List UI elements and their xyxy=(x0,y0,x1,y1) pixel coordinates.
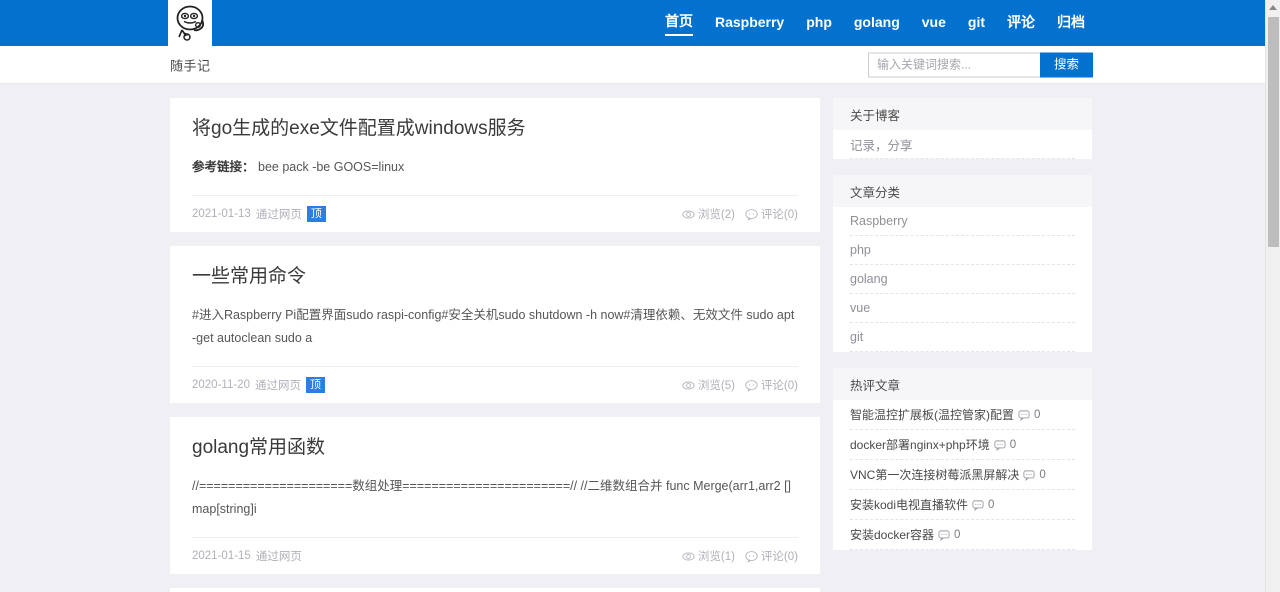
eye-icon xyxy=(682,381,695,389)
hot-article-count: 0 xyxy=(1034,408,1041,421)
site-logo[interactable] xyxy=(168,0,212,46)
post-source: 通过网页 xyxy=(255,209,302,221)
post-card: 一些常用命令 #进入Raspberry Pi配置界面sudo raspi-con… xyxy=(170,246,820,403)
post-views-label: 浏览(5) xyxy=(697,380,735,392)
nav-link-home[interactable]: 首页 xyxy=(664,11,693,36)
eye-icon xyxy=(682,552,695,560)
post-top-badge[interactable]: 顶 xyxy=(305,377,325,393)
hot-article-title: VNC第一次连接树莓派黑屏解决 xyxy=(850,468,1020,482)
post-comments: 评论(0) xyxy=(745,377,798,393)
primary-navigation: 首页 Raspberry php golang vue git 评论 归档 xyxy=(664,0,1085,46)
nav-link-vue[interactable]: vue xyxy=(922,12,946,35)
post-comments: 评论(0) xyxy=(745,206,798,222)
hot-article-count: 0 xyxy=(1039,468,1046,481)
post-views: 浏览(5) xyxy=(682,377,735,393)
post-title[interactable]: 将go生成的exe文件配置成windows服务 xyxy=(192,116,798,142)
category-item-golang[interactable]: golang xyxy=(850,265,1075,294)
comment-bubble-icon xyxy=(745,208,758,221)
post-card: 安装OpenMediaVault（NAS系统） xyxy=(170,588,820,592)
nav-link-comments[interactable]: 评论 xyxy=(1007,12,1035,35)
post-card: golang常用函数 //=====================数组处理==… xyxy=(170,417,820,574)
category-item-raspberry[interactable]: Raspberry xyxy=(850,207,1075,236)
post-meta: 2021-01-15 通过网页 浏览(1) 评论(0) xyxy=(192,537,798,574)
about-text: 记录，分享 xyxy=(850,130,1075,159)
post-title[interactable]: golang常用函数 xyxy=(192,435,798,461)
search-input[interactable] xyxy=(868,52,1040,77)
post-comments: 评论(0) xyxy=(745,548,798,564)
comment-bubble-icon xyxy=(745,550,758,563)
comment-bubble-icon xyxy=(994,439,1006,451)
post-source: 通过网页 xyxy=(255,551,302,563)
nav-link-git[interactable]: git xyxy=(968,12,985,35)
nav-link-php[interactable]: php xyxy=(806,12,832,35)
scrollbar-thumb[interactable] xyxy=(1268,17,1279,247)
post-comments-label: 评论(0) xyxy=(760,209,798,221)
post-card: 将go生成的exe文件配置成windows服务 参考链接： bee pack -… xyxy=(170,98,820,232)
post-date: 2021-01-13 xyxy=(192,208,251,220)
post-meta: 2020-11-20 通过网页 顶 浏览(5) 评论(0) xyxy=(192,366,798,403)
post-views-label: 浏览(2) xyxy=(697,209,735,221)
comment-bubble-icon xyxy=(745,379,758,392)
widget-about: 关于博客 记录，分享 xyxy=(833,98,1092,159)
logo-face-icon xyxy=(176,5,205,41)
scroll-up-arrow[interactable] xyxy=(1266,0,1280,15)
post-top-badge[interactable]: 顶 xyxy=(306,206,326,222)
secondary-bar: 随手记 搜索 xyxy=(0,46,1265,84)
post-views: 浏览(2) xyxy=(682,206,735,222)
nav-link-raspberry[interactable]: Raspberry xyxy=(715,12,784,35)
post-views: 浏览(1) xyxy=(682,548,735,564)
post-excerpt: //=====================数组处理=============… xyxy=(192,479,792,516)
hot-article-title: 安装docker容器 xyxy=(850,528,935,542)
hot-article-item[interactable]: docker部署nginx+php环境 0 xyxy=(850,430,1075,460)
page-content: 将go生成的exe文件配置成windows服务 参考链接： bee pack -… xyxy=(0,84,1265,592)
category-item-git[interactable]: git xyxy=(850,323,1075,352)
widget-about-title: 关于博客 xyxy=(833,98,1092,130)
post-date: 2020-11-20 xyxy=(192,379,250,391)
category-item-php[interactable]: php xyxy=(850,236,1075,265)
hot-article-item[interactable]: 安装docker容器 0 xyxy=(850,520,1075,550)
comment-bubble-icon xyxy=(1018,409,1030,421)
post-list: 将go生成的exe文件配置成windows服务 参考链接： bee pack -… xyxy=(170,98,820,592)
widget-categories-title: 文章分类 xyxy=(833,175,1092,207)
post-excerpt-lead: 参考链接： xyxy=(192,160,255,174)
site-title: 随手记 xyxy=(170,58,211,73)
hot-article-title: docker部署nginx+php环境 xyxy=(850,438,990,452)
search-form: 搜索 xyxy=(868,52,1093,77)
post-comments-label: 评论(0) xyxy=(760,380,798,392)
hot-article-title: 安装kodi电视直播软件 xyxy=(850,498,969,512)
post-excerpt-text: bee pack -be GOOS=linux xyxy=(254,160,405,174)
comment-bubble-icon xyxy=(938,529,950,541)
widget-hot-title: 热评文章 xyxy=(833,368,1092,400)
comment-bubble-icon xyxy=(1023,469,1035,481)
nav-link-golang[interactable]: golang xyxy=(854,12,900,35)
search-button[interactable]: 搜索 xyxy=(1040,52,1093,77)
top-navbar: 首页 Raspberry php golang vue git 评论 归档 xyxy=(0,0,1265,46)
eye-icon xyxy=(682,210,695,218)
nav-link-archive[interactable]: 归档 xyxy=(1057,12,1085,35)
hot-article-item[interactable]: VNC第一次连接树莓派黑屏解决 0 xyxy=(850,460,1075,490)
post-excerpt: 参考链接： bee pack -be GOOS=linux xyxy=(192,156,798,179)
post-title[interactable]: 一些常用命令 xyxy=(192,264,798,290)
category-item-vue[interactable]: vue xyxy=(850,294,1075,323)
hot-article-item[interactable]: 安装kodi电视直播软件 0 xyxy=(850,490,1075,520)
sidebar: 关于博客 记录，分享 文章分类 Raspberry php golang vue… xyxy=(833,98,1092,566)
hot-article-item[interactable]: 智能温控扩展板(温控管家)配置 0 xyxy=(850,400,1075,430)
post-views-label: 浏览(1) xyxy=(697,551,735,563)
hot-article-title: 智能温控扩展板(温控管家)配置 xyxy=(850,408,1014,422)
post-excerpt: #进入Raspberry Pi配置界面sudo raspi-config#安全关… xyxy=(192,308,795,345)
hot-article-count: 0 xyxy=(1009,438,1017,451)
post-comments-label: 评论(0) xyxy=(760,551,798,563)
vertical-scrollbar[interactable] xyxy=(1265,0,1280,592)
post-date: 2021-01-15 xyxy=(192,550,251,562)
comment-bubble-icon xyxy=(972,499,984,511)
page-root: 首页 Raspberry php golang vue git 评论 归档 随手… xyxy=(0,0,1265,592)
widget-categories: 文章分类 Raspberry php golang vue git xyxy=(833,175,1092,352)
post-source: 通过网页 xyxy=(254,380,301,392)
post-meta: 2021-01-13 通过网页 顶 浏览(2) 评论(0) xyxy=(192,195,798,232)
widget-hot-articles: 热评文章 智能温控扩展板(温控管家)配置 0 docker部署nginx+php… xyxy=(833,368,1092,550)
hot-article-count: 0 xyxy=(954,528,961,541)
hot-article-count: 0 xyxy=(988,498,995,511)
